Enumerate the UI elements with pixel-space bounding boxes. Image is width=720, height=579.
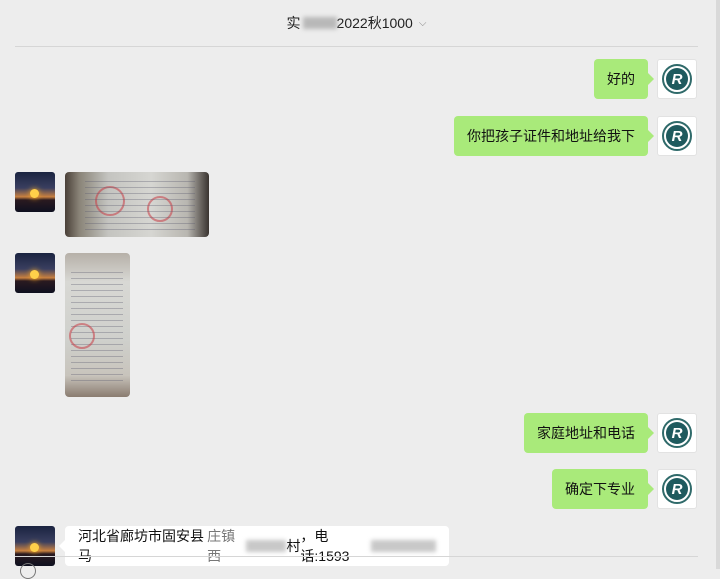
- sunset-icon: [30, 270, 39, 279]
- chat-header[interactable]: 实 2022秋1000 ⌵: [15, 0, 698, 47]
- sunset-icon: [30, 189, 39, 198]
- image-message-certificate[interactable]: [65, 172, 209, 237]
- chevron-down-icon[interactable]: ⌵: [419, 18, 427, 29]
- contact-avatar[interactable]: [15, 172, 55, 212]
- self-avatar[interactable]: R: [657, 413, 697, 453]
- message-bubble-other[interactable]: 河北省廊坊市固安县马 庄镇西 村 ，电话:1593: [59, 526, 449, 566]
- chat-title-prefix: 实: [286, 15, 301, 31]
- logo-icon: R: [666, 422, 688, 444]
- message-bubble-self[interactable]: 确定下专业: [552, 469, 654, 509]
- contact-avatar[interactable]: [15, 526, 55, 566]
- message-bubble-self[interactable]: 家庭地址和电话: [524, 413, 654, 453]
- message-text: 村: [286, 538, 301, 554]
- message-text: 河北省廊坊市固安县马: [78, 528, 204, 564]
- chat-title: 2022秋1000: [336, 15, 413, 31]
- contact-avatar[interactable]: [15, 253, 55, 293]
- message-text: 好的: [607, 71, 635, 87]
- message-text: ，电话:1593: [300, 528, 350, 564]
- redacted-text: [302, 17, 337, 29]
- redacted-text: [245, 540, 287, 552]
- self-avatar[interactable]: R: [657, 469, 697, 509]
- message-text: 庄镇西: [207, 528, 236, 564]
- sunset-icon: [30, 543, 39, 552]
- input-divider: [15, 556, 698, 557]
- emoji-icon[interactable]: [20, 563, 36, 579]
- scrollbar[interactable]: [716, 0, 720, 569]
- image-message-document[interactable]: [65, 253, 130, 397]
- message-bubble-self[interactable]: 你把孩子证件和地址给我下: [454, 116, 654, 156]
- logo-icon: R: [666, 68, 688, 90]
- document-lines: [85, 180, 195, 230]
- stamp-icon: [69, 323, 95, 349]
- message-text: 家庭地址和电话: [537, 425, 635, 441]
- message-text: 确定下专业: [565, 481, 635, 497]
- message-text: 你把孩子证件和地址给我下: [467, 128, 635, 144]
- logo-icon: R: [666, 478, 688, 500]
- redacted-text: [371, 540, 436, 552]
- self-avatar[interactable]: R: [657, 116, 697, 156]
- logo-icon: R: [666, 125, 688, 147]
- message-bubble-self[interactable]: 好的: [594, 59, 654, 99]
- self-avatar[interactable]: R: [657, 59, 697, 99]
